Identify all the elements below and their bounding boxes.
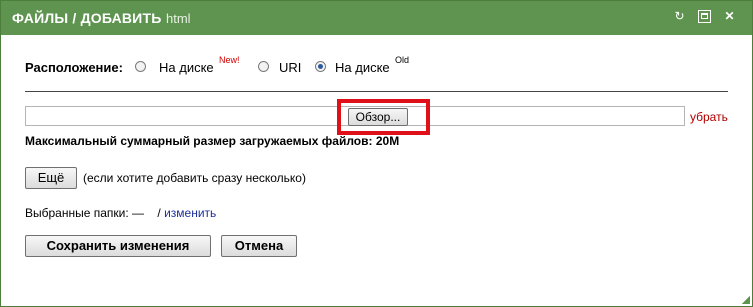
- close-icon[interactable]: ✕: [723, 10, 736, 23]
- dialog-title: ФАЙЛЫ / ДОБАВИТЬ: [12, 10, 162, 26]
- change-folders-link[interactable]: изменить: [164, 206, 216, 220]
- highlight-box: [337, 99, 430, 135]
- folders-label: Выбранные папки: —: [25, 206, 145, 220]
- radio-disk-new[interactable]: [135, 61, 146, 72]
- title-bar[interactable]: ФАЙЛЫ / ДОБАВИТЬ html ↻ ✕: [1, 1, 752, 35]
- dialog-content: Расположение: На диске New! URI На диске…: [1, 35, 752, 306]
- save-button[interactable]: Сохранить изменения: [25, 235, 211, 257]
- remove-link[interactable]: убрать: [690, 110, 728, 124]
- cancel-button[interactable]: Отмена: [221, 235, 297, 257]
- divider: [25, 91, 728, 92]
- selected-folders: Выбранные папки: — / изменить: [25, 206, 216, 220]
- add-more-note: (если хотите добавить сразу несколько): [83, 171, 306, 185]
- max-size-text: Максимальный суммарный размер загружаемы…: [25, 134, 400, 148]
- radio-disk-new-label[interactable]: На диске: [159, 60, 214, 75]
- folders-separator: /: [157, 206, 161, 220]
- resize-grip[interactable]: [742, 296, 750, 304]
- radio-disk-old[interactable]: [315, 61, 326, 72]
- new-badge: New!: [219, 55, 240, 65]
- radio-uri[interactable]: [258, 61, 269, 72]
- location-label: Расположение:: [25, 60, 123, 75]
- old-badge: Old: [395, 55, 410, 65]
- dialog-window: ФАЙЛЫ / ДОБАВИТЬ html ↻ ✕ Расположение: …: [0, 0, 753, 307]
- add-more-button[interactable]: Ещё: [25, 167, 77, 189]
- dialog-subtitle: html: [166, 11, 191, 26]
- refresh-icon[interactable]: ↻: [673, 10, 686, 23]
- radio-disk-old-label[interactable]: На диске: [335, 60, 390, 75]
- restore-icon[interactable]: [698, 10, 711, 23]
- radio-uri-label[interactable]: URI: [279, 60, 301, 75]
